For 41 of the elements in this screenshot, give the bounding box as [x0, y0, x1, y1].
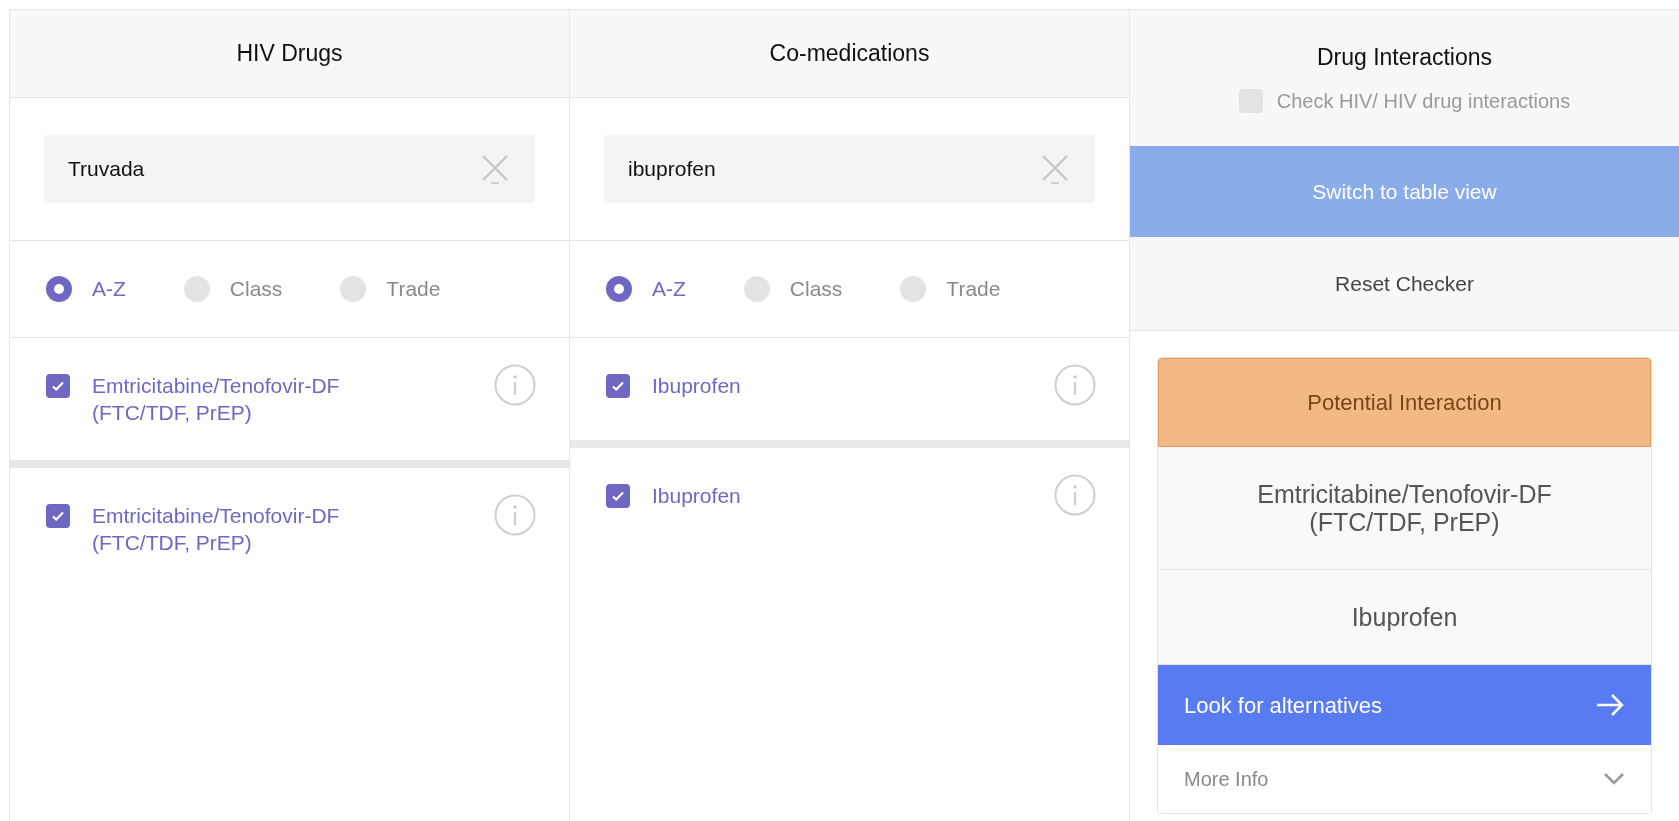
search-field[interactable]: ibuprofen	[604, 135, 1095, 203]
drug-name[interactable]: Emtricitabine/Tenofovir-DF (FTC/TDF, PrEP)	[92, 372, 472, 426]
sort-option[interactable]: Trade	[340, 273, 441, 305]
status-header: Potential Interaction	[1158, 358, 1651, 447]
interaction-drug: Ibuprofen	[1158, 570, 1651, 665]
search-field[interactable]: Truvada	[44, 135, 535, 203]
column-header: HIV Drugs	[10, 10, 569, 98]
sort-option[interactable]: Class	[183, 273, 283, 305]
search-input[interactable]: Truvada	[68, 153, 481, 185]
checkbox[interactable]	[606, 374, 630, 398]
clear-icon[interactable]	[1041, 154, 1069, 184]
search-input[interactable]: ibuprofen	[628, 153, 1041, 185]
checkbox-label[interactable]: Check HIV/ HIV drug interactions	[1276, 86, 1571, 117]
chevron-icon	[1603, 772, 1625, 786]
panel-title: Drug Interactions	[1316, 42, 1493, 72]
interaction-drug: Emtricitabine/Tenofovir-DF (FTC/TDF, PrEP)	[1158, 447, 1651, 570]
checkbox[interactable]	[46, 374, 70, 398]
info-icon[interactable]	[494, 364, 536, 406]
radio-button[interactable]	[743, 276, 770, 302]
drug-name[interactable]: Emtricitabine/Tenofovir-DF (FTC/TDF, PrEP)	[92, 502, 472, 556]
alternatives-button[interactable]: Look for alternatives	[1158, 665, 1651, 745]
info-icon[interactable]	[1054, 474, 1096, 516]
checkbox[interactable]	[46, 504, 70, 528]
sort-option[interactable]: Trade	[900, 273, 1001, 305]
info-icon[interactable]	[494, 494, 536, 536]
column-header: Co-medications	[570, 10, 1129, 98]
reset-button[interactable]: Reset Checker	[1130, 237, 1679, 331]
clear-icon[interactable]	[481, 154, 509, 184]
arrow-right-icon	[1595, 693, 1625, 717]
drug-name[interactable]: Ibuprofen	[652, 482, 1032, 509]
sort-option[interactable]: A-Z	[46, 273, 126, 305]
sort-option[interactable]: A-Z	[606, 273, 686, 305]
radio-button[interactable]	[606, 276, 632, 302]
radio-button[interactable]	[340, 276, 367, 302]
radio-button[interactable]	[900, 276, 927, 302]
info-icon[interactable]	[1054, 364, 1096, 406]
checkbox[interactable]	[606, 484, 630, 508]
radio-button[interactable]	[183, 276, 210, 302]
sort-option[interactable]: Class	[743, 273, 843, 305]
radio-button[interactable]	[46, 276, 72, 302]
drug-name[interactable]: Ibuprofen	[652, 372, 1032, 399]
